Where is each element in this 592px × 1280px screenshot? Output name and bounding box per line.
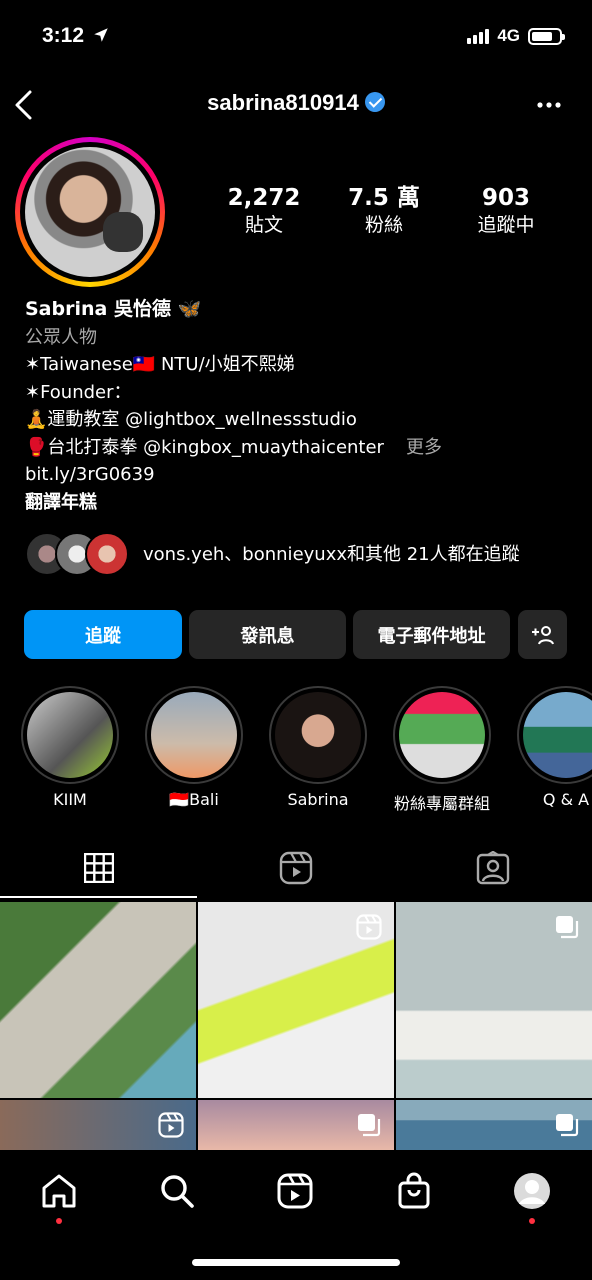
battery-icon (528, 27, 565, 45)
active-tab-indicator (0, 896, 197, 898)
signal-icon (467, 28, 490, 44)
stat-followers[interactable]: 7.5 萬 粉絲 (324, 184, 444, 238)
nav-search[interactable] (158, 1172, 196, 1214)
post-thumbnail[interactable] (396, 902, 592, 1098)
profile-username: sabrina810914 (0, 90, 592, 116)
highlight-label: KIIM (53, 790, 87, 809)
status-indicators: 4G (467, 26, 565, 46)
message-button[interactable]: 發訊息 (189, 610, 346, 659)
bio-line: ✶Founder： (25, 381, 132, 403)
bio-line-with-more: 🥊台北打泰拳 @kingbox_muaythaicenter 更多 (25, 434, 565, 462)
location-arrow-icon (94, 28, 108, 42)
post-thumbnail[interactable] (0, 1100, 196, 1150)
stat-following[interactable]: 903 追蹤中 (446, 184, 566, 238)
home-indicator (192, 1259, 400, 1266)
highlight-kiim[interactable]: KIIM (21, 686, 119, 809)
profile-avatar (25, 147, 155, 277)
bio-line: ✶Taiwanese🇹🇼 NTU/小姐不熙娣 (25, 354, 295, 375)
notification-dot (529, 1218, 535, 1224)
status-time-text: 3:12 (42, 24, 85, 47)
shopping-bag-icon (398, 1172, 430, 1209)
email-button[interactable]: 電子郵件地址 (353, 610, 510, 659)
stat-posts-count: 2,272 (227, 185, 301, 211)
stat-followers-label: 粉絲 (364, 214, 403, 236)
reels-icon (279, 851, 313, 885)
profile-category: 公眾人物 (25, 326, 97, 348)
bio-external-link[interactable]: bit.ly/3rG0639 (25, 461, 565, 489)
carousel-badge-icon (358, 1114, 381, 1137)
tab-posts-grid[interactable] (79, 848, 119, 888)
bio-more-link[interactable]: 更多 (406, 437, 442, 458)
reel-badge-icon (158, 1112, 184, 1138)
notification-dot (56, 1218, 62, 1224)
verified-badge-icon (364, 92, 385, 112)
profile-avatar-story-ring[interactable] (15, 137, 165, 287)
network-type: 4G (497, 26, 520, 45)
reels-icon (277, 1173, 313, 1209)
highlight-sabrina[interactable]: Sabrina (269, 686, 367, 809)
post-thumbnail[interactable] (0, 902, 196, 1098)
status-time: 3:12 (42, 24, 110, 48)
follow-button[interactable]: 追蹤 (24, 610, 182, 659)
mutual-followers[interactable]: vons.yeh、bonnieyuxx和其他 21人都在追蹤 (25, 532, 573, 576)
stat-followers-count: 7.5 萬 (348, 185, 420, 211)
username-text: sabrina810914 (207, 90, 359, 115)
carousel-badge-icon (556, 1114, 579, 1137)
nav-reels[interactable] (276, 1172, 314, 1214)
nav-home[interactable] (40, 1172, 78, 1224)
nav-shop[interactable] (395, 1172, 433, 1214)
profile-avatar-icon (514, 1173, 550, 1209)
highlight-label: 粉絲專屬群組 (393, 794, 490, 813)
highlight-label: 🇮🇩Bali (169, 790, 219, 809)
reel-badge-icon (356, 914, 382, 940)
stat-following-count: 903 (481, 185, 530, 211)
mutual-follower-avatar (85, 532, 129, 576)
bio-line: 🥊台北打泰拳 @kingbox_muaythaicenter (25, 436, 384, 458)
post-thumbnail[interactable] (198, 902, 394, 1098)
mutual-followers-text: vons.yeh、bonnieyuxx和其他 21人都在追蹤 (143, 543, 520, 565)
more-options-icon[interactable] (536, 98, 562, 112)
highlight-label: Sabrina (287, 790, 349, 809)
profile-bio: Sabrina 吳怡德 🦋 公眾人物 ✶Taiwanese🇹🇼 NTU/小姐不熙… (25, 296, 565, 516)
tagged-icon (476, 851, 510, 885)
stat-posts-label: 貼文 (244, 214, 283, 236)
nav-profile[interactable] (513, 1172, 551, 1224)
tab-tagged[interactable] (473, 848, 513, 888)
stat-posts[interactable]: 2,272 貼文 (204, 184, 324, 238)
post-thumbnail[interactable] (198, 1100, 394, 1150)
profile-display-name: Sabrina 吳怡德 🦋 (25, 298, 202, 320)
grid-icon (84, 853, 114, 883)
carousel-badge-icon (556, 916, 579, 939)
tab-reels[interactable] (276, 848, 316, 888)
suggest-users-button[interactable] (518, 610, 567, 659)
post-thumbnail[interactable] (396, 1100, 592, 1150)
home-icon (42, 1174, 76, 1208)
translate-bio-link[interactable]: 翻譯年糕 (25, 489, 565, 517)
highlight-bali[interactable]: 🇮🇩Bali (145, 686, 243, 809)
highlight-qa[interactable]: Q & A (517, 686, 592, 809)
stat-following-label: 追蹤中 (477, 214, 535, 236)
bio-line: 🧘運動教室 @lightbox_wellnessstudio (25, 409, 357, 430)
add-person-icon (531, 625, 554, 644)
highlight-fan-group[interactable]: 粉絲專屬群組 (393, 686, 491, 814)
search-icon (161, 1175, 194, 1208)
highlight-label: Q & A (542, 790, 590, 809)
